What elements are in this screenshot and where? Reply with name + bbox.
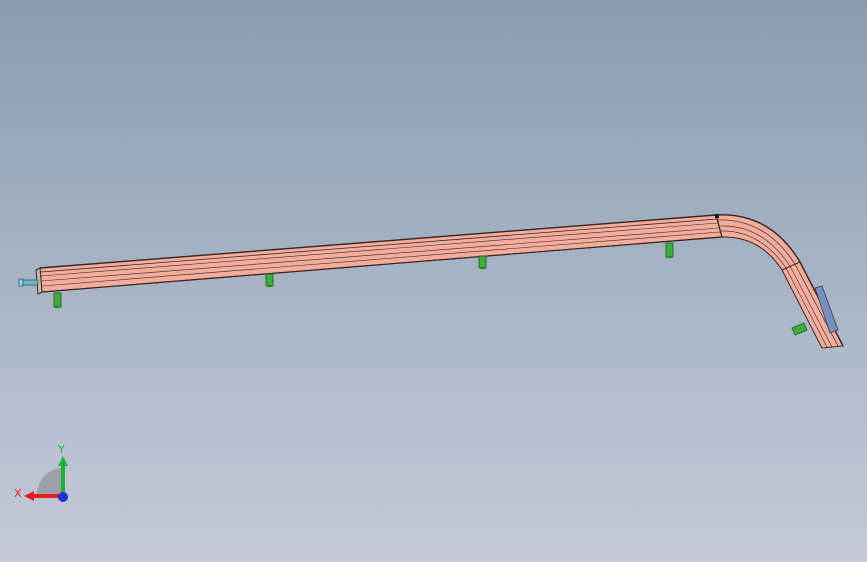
pin-shaft xyxy=(265,273,274,287)
triad-x-arrowhead xyxy=(24,491,34,501)
mounting-pin[interactable] xyxy=(265,273,274,288)
orientation-triad[interactable]: X Y xyxy=(10,440,80,510)
pin-tip xyxy=(266,284,273,288)
rail-bend-face xyxy=(715,214,844,349)
connector-stub[interactable] xyxy=(18,278,39,287)
rail-joint-marker xyxy=(715,214,719,218)
mounting-pin[interactable] xyxy=(478,255,487,270)
connector-tip xyxy=(18,278,24,287)
pin-shaft xyxy=(478,255,487,269)
pin-tip xyxy=(54,305,61,309)
rail-straight-section[interactable] xyxy=(35,214,723,295)
rail-edge-line xyxy=(40,227,720,282)
pin-shaft xyxy=(665,242,674,258)
mounting-pin[interactable] xyxy=(791,322,808,336)
pin-tip xyxy=(479,266,486,270)
rail-edge-line xyxy=(41,231,721,287)
pin-shaft xyxy=(791,322,808,336)
rail-model[interactable] xyxy=(0,0,867,562)
cad-3d-viewport[interactable]: X Y xyxy=(0,0,867,562)
triad-y-arrowhead xyxy=(58,456,68,466)
rail-bend-section[interactable] xyxy=(715,214,844,349)
triad-y-label: Y xyxy=(57,443,65,456)
triad-z-axis xyxy=(58,492,68,502)
mounting-pin[interactable] xyxy=(665,242,674,259)
triad-x-label: X xyxy=(14,487,22,500)
triad-quarter-disc xyxy=(37,468,63,496)
pin-tip xyxy=(666,255,673,259)
connector-body xyxy=(21,279,39,286)
mounting-pin[interactable] xyxy=(53,292,62,309)
pin-shaft xyxy=(53,292,62,308)
rail-edge-line xyxy=(40,222,719,277)
